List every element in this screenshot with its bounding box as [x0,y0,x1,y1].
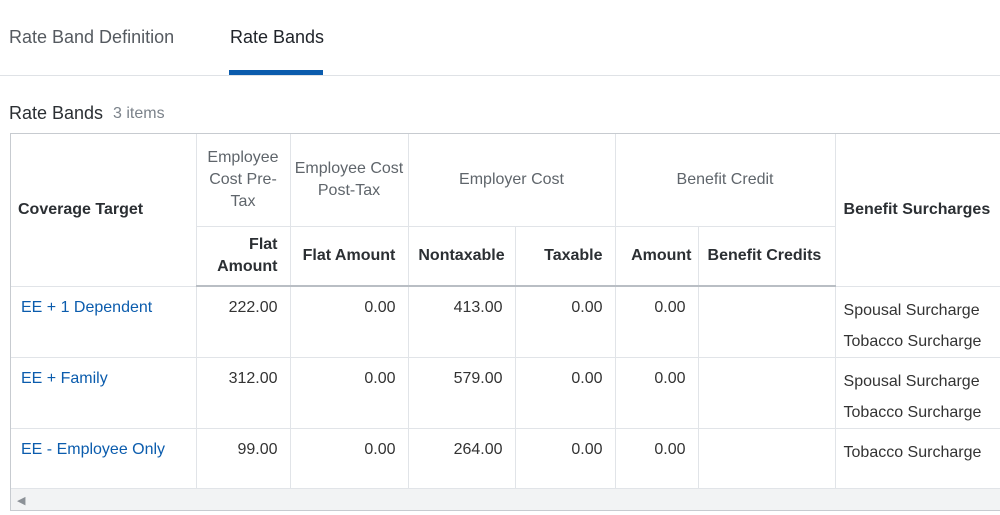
rate-bands-grid: Coverage Target Employee Cost Pre-Tax Em… [10,133,1000,511]
benefit-credits-cell [698,286,836,358]
active-tab-indicator [229,70,323,75]
header-nontaxable[interactable]: Nontaxable [408,226,516,287]
item-count: 3 items [113,105,165,122]
horizontal-scrollbar[interactable]: ◀ [11,488,1000,510]
pre-tax-flat-amount: 99.00 [196,428,291,488]
surcharge-item: Tobacco Surcharge [843,443,982,461]
taxable-value: 0.00 [515,357,616,429]
surcharge-item: Spousal Surcharge [843,301,980,319]
section-title: Rate Bands [9,103,104,123]
surcharges-cell: Tobacco Surcharge [835,428,1000,488]
post-tax-flat-amount: 0.00 [290,428,409,488]
nontaxable-value: 579.00 [408,357,516,429]
surcharges-cell: Spousal Surcharge Tobacco Surcharge [835,286,1000,358]
header-flat-amount-pre-tax[interactable]: Flat Amount [196,226,291,287]
tab-bar: Rate Band Definition Rate Bands [0,0,1000,76]
coverage-target-link[interactable]: EE - Employee Only [11,428,197,488]
header-employee-cost-pre-tax: Employee Cost Pre-Tax [196,134,291,227]
table-row: EE - Employee Only 99.00 0.00 264.00 0.0… [11,428,1000,488]
header-amount[interactable]: Amount [615,226,699,287]
credit-amount: 0.00 [615,286,699,358]
benefit-credits-cell [698,428,836,488]
header-flat-amount-post-tax[interactable]: Flat Amount [290,226,409,287]
table-row: EE + 1 Dependent 222.00 0.00 413.00 0.00… [11,286,1000,358]
header-benefit-credit: Benefit Credit [615,134,836,227]
table-row: EE + Family 312.00 0.00 579.00 0.00 0.00… [11,357,1000,429]
taxable-value: 0.00 [515,428,616,488]
surcharges-cell: Spousal Surcharge Tobacco Surcharge [835,357,1000,429]
header-employee-cost-post-tax: Employee Cost Post-Tax [290,134,409,227]
pre-tax-flat-amount: 222.00 [196,286,291,358]
nontaxable-value: 264.00 [408,428,516,488]
header-benefit-credits[interactable]: Benefit Credits [698,226,836,287]
header-employer-cost: Employer Cost [408,134,616,227]
chevron-left-icon[interactable]: ◀ [17,494,25,507]
surcharge-item: Tobacco Surcharge [843,332,982,350]
header-taxable[interactable]: Taxable [515,226,616,287]
coverage-target-link[interactable]: EE + 1 Dependent [11,286,197,358]
header-coverage-target[interactable]: Coverage Target [11,134,197,287]
taxable-value: 0.00 [515,286,616,358]
credit-amount: 0.00 [615,357,699,429]
surcharge-item: Spousal Surcharge [843,372,980,390]
post-tax-flat-amount: 0.00 [290,357,409,429]
header-benefit-surcharges[interactable]: Benefit Surcharges [835,134,1000,287]
nontaxable-value: 413.00 [408,286,516,358]
tab-rate-bands[interactable]: Rate Bands [230,27,324,48]
tab-rate-band-definition[interactable]: Rate Band Definition [9,27,174,48]
coverage-target-link[interactable]: EE + Family [11,357,197,429]
post-tax-flat-amount: 0.00 [290,286,409,358]
credit-amount: 0.00 [615,428,699,488]
benefit-credits-cell [698,357,836,429]
surcharge-item: Tobacco Surcharge [843,403,982,421]
pre-tax-flat-amount: 312.00 [196,357,291,429]
rate-bands-table: Coverage Target Employee Cost Pre-Tax Em… [11,134,1000,488]
